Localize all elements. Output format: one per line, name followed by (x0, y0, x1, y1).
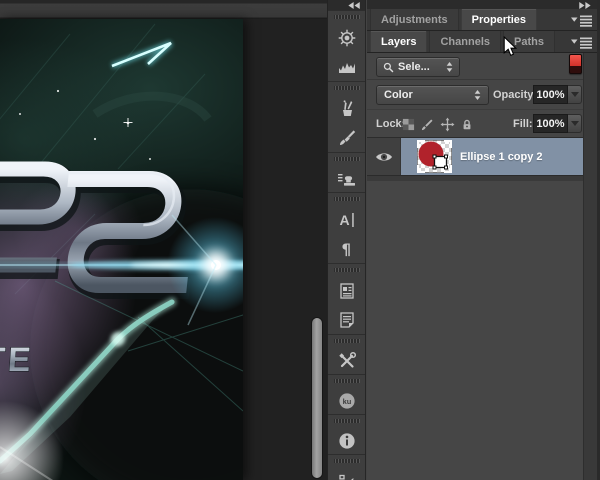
lock-transparency-button[interactable] (402, 118, 415, 131)
layer-filter-value: Sele... (398, 61, 430, 73)
dock-gripper[interactable] (334, 197, 360, 201)
layer-filter-row: Sele... (367, 53, 583, 80)
layers-menu-icon[interactable] (571, 37, 593, 49)
dock-group (328, 152, 365, 192)
tab-label: Properties (472, 14, 526, 26)
blend-opacity-row: Color Opacity: 100% (367, 81, 583, 109)
histogram-panel-button[interactable] (328, 52, 365, 81)
lock-all-button[interactable] (461, 118, 473, 131)
panel-scrollbar-gutter (583, 53, 597, 480)
dock-gripper[interactable] (334, 339, 360, 343)
svg-text:¶: ¶ (341, 240, 351, 258)
filter-toggle-light (570, 55, 581, 66)
fill-label: Fill: (513, 110, 533, 138)
kuler-panel-button[interactable]: ku (328, 387, 365, 414)
canvas-pasteboard: TE (0, 19, 327, 480)
dock-group (328, 454, 365, 480)
dock-group: A¶ (328, 192, 365, 263)
collapse-panels-icon[interactable] (578, 2, 591, 9)
dock-gripper[interactable] (334, 459, 360, 463)
layer-filter-toggle[interactable] (569, 54, 582, 74)
dock-group (328, 81, 365, 152)
clone-source-panel-button[interactable] (328, 165, 365, 192)
layer-row[interactable]: Ellipse 1 copy 2 (367, 138, 583, 175)
lock-pixels-button[interactable] (421, 118, 434, 131)
stepper-icon (446, 61, 453, 73)
layer-row-divider (367, 175, 583, 181)
canvas-vertical-scrollbar[interactable] (312, 318, 322, 478)
navigator-panel-button[interactable] (328, 23, 365, 52)
tab-channels[interactable]: Channels (429, 31, 501, 53)
expand-panels-icon[interactable] (348, 2, 361, 9)
document-window-bar (0, 0, 327, 19)
panel-icon-dock: A¶ku (327, 0, 366, 480)
blend-mode-value: Color (384, 89, 413, 101)
tab-label: Channels (440, 36, 490, 48)
history-panel-button[interactable] (328, 467, 365, 480)
layers-tab-group: Layers Channels Paths (367, 31, 600, 53)
layer-filter-select[interactable]: Sele... (376, 57, 460, 77)
stepper-icon (474, 89, 481, 101)
document-canvas[interactable]: TE (0, 19, 243, 480)
fill-value[interactable]: 100% (533, 114, 568, 133)
opacity-dropdown-icon[interactable] (568, 85, 582, 104)
brush-presets-panel-button[interactable] (328, 94, 365, 123)
lock-fill-row: Lock: Fill: 100% (367, 109, 583, 137)
info-panel-button[interactable] (328, 427, 365, 454)
blend-mode-select[interactable]: Color (376, 85, 489, 105)
dock-gripper[interactable] (334, 379, 360, 383)
canvas-artwork: TE (0, 19, 243, 480)
tab-layers[interactable]: Layers (370, 31, 427, 53)
opacity-value[interactable]: 100% (533, 85, 568, 104)
canvas-overlay-text: TE (0, 341, 35, 379)
layer-thumbnail[interactable] (417, 140, 452, 173)
tab-label: Paths (514, 36, 544, 48)
dock-group (328, 263, 365, 334)
dock-gripper[interactable] (334, 419, 360, 423)
dock-gripper[interactable] (334, 15, 360, 19)
tab-properties[interactable]: Properties (461, 9, 537, 31)
tab-label: Layers (381, 36, 416, 48)
brush-panel-button[interactable] (328, 123, 365, 152)
dock-group (328, 414, 365, 454)
dock-gripper[interactable] (334, 157, 360, 161)
dock-group: ku (328, 374, 365, 414)
layer-name: Ellipse 1 copy 2 (460, 151, 543, 163)
layer-row-selected: Ellipse 1 copy 2 (401, 138, 583, 175)
lock-label: Lock: (376, 110, 405, 138)
panel-menu-icon[interactable] (571, 15, 593, 27)
tab-adjustments[interactable]: Adjustments (370, 9, 459, 31)
eye-icon (375, 151, 393, 163)
paragraph-styles-panel-button[interactable] (328, 305, 365, 334)
tool-presets-panel-button[interactable] (328, 347, 365, 374)
panel-dock-header (367, 0, 600, 9)
svg-text:A: A (339, 212, 349, 228)
dock-header (328, 0, 365, 10)
search-icon (383, 62, 394, 73)
layers-panel: Sele... Color Opacity: 100% Lock: (367, 53, 600, 480)
dock-gripper[interactable] (334, 86, 360, 90)
mouse-cursor (503, 36, 517, 57)
photoshop-workspace: TE A¶ku AdjustmentsProperties LayersChan… (0, 0, 600, 480)
document-window: TE (0, 0, 327, 480)
layer-list: Ellipse 1 copy 2 (367, 137, 583, 480)
right-panel: Adjustments Properties Layers Channels Path… (367, 0, 600, 480)
character-styles-panel-button[interactable] (328, 276, 365, 305)
opacity-label: Opacity: (493, 81, 537, 109)
paragraph-panel-button[interactable]: ¶ (328, 234, 365, 263)
properties-tab-group: Adjustments Properties (367, 9, 600, 31)
dock-gripper[interactable] (334, 268, 360, 272)
dock-group (328, 334, 365, 374)
fill-dropdown-icon[interactable] (568, 114, 582, 133)
dock-group (328, 10, 365, 81)
character-panel-button[interactable]: A (328, 205, 365, 234)
tab-label: Adjustments (381, 14, 448, 26)
lock-position-button[interactable] (440, 117, 455, 132)
svg-text:ku: ku (342, 396, 351, 405)
layer-visibility-toggle[interactable] (367, 138, 401, 175)
